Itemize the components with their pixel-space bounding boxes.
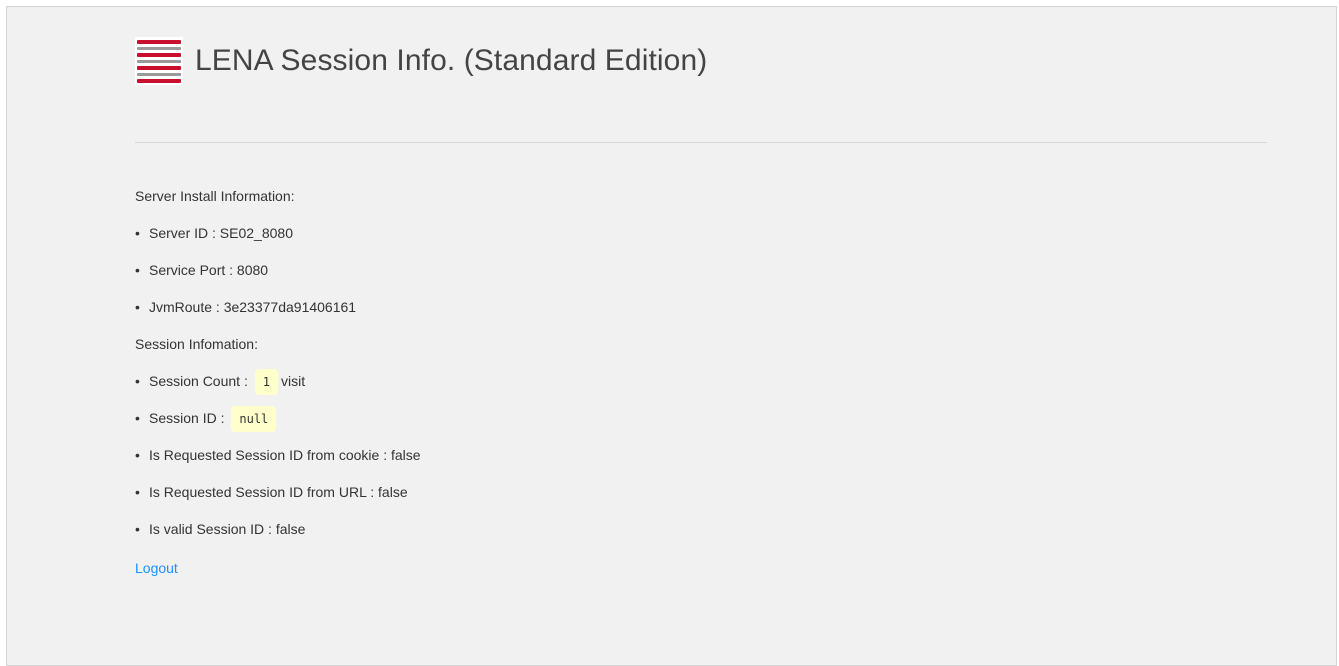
bullet-icon: •: [135, 225, 140, 241]
item-label: Session ID :: [149, 410, 229, 426]
session-section-heading: Session Infomation:: [135, 336, 258, 352]
bullet-icon: •: [135, 373, 140, 389]
bullet-icon: •: [135, 299, 140, 315]
list-item-jvmroute: • JvmRoute : 3e23377da91406161: [135, 292, 421, 329]
list-item-session-from-url: • Is Requested Session ID from URL : fals…: [135, 477, 421, 514]
list-item-session-from-cookie: • Is Requested Session ID from cookie : f…: [135, 440, 421, 477]
page-header: LENA Session Info. (Standard Edition): [135, 33, 707, 89]
lena-stripes-logo-icon: [135, 37, 183, 85]
list-item-session-id: • Session ID : null: [135, 403, 421, 440]
list-item-service-port: • Service Port : 8080: [135, 255, 421, 292]
bullet-icon: •: [135, 447, 140, 463]
list-item-server-id: • Server ID : SE02_8080: [135, 218, 421, 255]
item-label: Server ID :: [149, 225, 220, 241]
list-item-session-count: • Session Count : 1 visit: [135, 366, 421, 403]
item-label: Is Requested Session ID from URL :: [149, 484, 379, 500]
item-label: Is Requested Session ID from cookie :: [149, 447, 391, 463]
page-panel: LENA Session Info. (Standard Edition) Se…: [6, 6, 1337, 666]
item-label: JvmRoute :: [149, 299, 224, 315]
bullet-icon: •: [135, 484, 140, 500]
item-label: Session Count :: [149, 373, 252, 389]
bullet-icon: •: [135, 521, 140, 537]
item-label: Is valid Session ID :: [149, 521, 276, 537]
item-value: false: [391, 447, 421, 463]
item-label: Service Port :: [149, 262, 237, 278]
page-title: LENA Session Info. (Standard Edition): [195, 44, 708, 77]
session-count-suffix: visit: [280, 373, 306, 389]
logout-link[interactable]: Logout: [135, 553, 178, 583]
divider: [135, 142, 1267, 143]
bullet-icon: •: [135, 410, 140, 426]
info-body: Server Install Information: • Server ID :…: [135, 181, 421, 583]
list-item-valid-session: • Is valid Session ID : false: [135, 514, 421, 551]
item-value: false: [275, 521, 306, 537]
server-section-heading: Server Install Information:: [135, 188, 295, 204]
item-value: false: [378, 484, 408, 500]
bullet-icon: •: [135, 262, 140, 278]
session-count-value: 1: [254, 369, 278, 395]
session-id-value: null: [231, 406, 277, 432]
item-value: 8080: [236, 262, 269, 278]
item-value: 3e23377da91406161: [223, 299, 357, 315]
item-value: SE02_8080: [219, 225, 293, 241]
